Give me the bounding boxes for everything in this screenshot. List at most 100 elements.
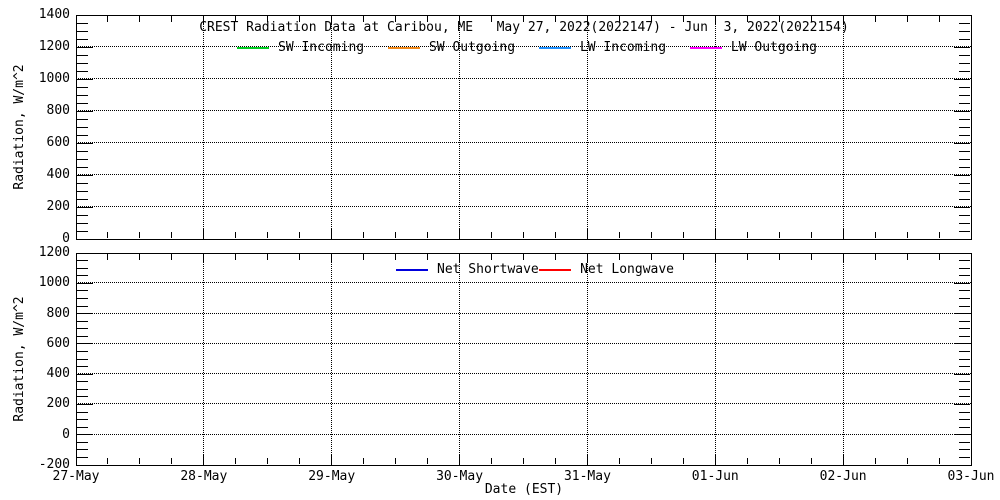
y-minor-tick (77, 86, 88, 88)
x-minor-tick (874, 254, 876, 260)
y-minor-tick (959, 198, 970, 200)
x-axis-title: Date (EST) (484, 482, 564, 497)
y-minor-tick (77, 411, 88, 413)
x-tick-label: 01-Jun (691, 469, 739, 484)
top-y-axis-title: Radiation, W/m^2 (12, 64, 27, 190)
x-minor-tick (746, 232, 748, 238)
legend-item: SW Incoming (237, 41, 364, 55)
x-minor-tick (906, 232, 908, 238)
y-minor-tick (77, 441, 88, 443)
y-major-tick (954, 78, 970, 80)
x-minor-tick (938, 458, 940, 464)
bottom-legend: Net Shortwave Net Longwave (396, 263, 674, 277)
x-minor-tick (778, 254, 780, 260)
y-minor-tick (959, 328, 970, 330)
y-tick-label: 200 (46, 199, 70, 214)
legend-label: SW Incoming (278, 40, 365, 55)
x-major-tick (331, 455, 333, 464)
x-minor-tick (746, 254, 748, 260)
x-minor-tick (906, 458, 908, 464)
legend-item: LW Incoming (538, 41, 666, 55)
h-gridline (76, 206, 971, 207)
x-minor-tick (139, 254, 141, 260)
x-major-tick (459, 229, 461, 238)
h-gridline (76, 282, 971, 284)
y-major-tick (954, 142, 970, 144)
v-gridline (459, 253, 461, 465)
x-tick-label: 28-May (180, 469, 228, 484)
y-major-tick (954, 373, 970, 375)
x-minor-tick (554, 254, 556, 260)
x-major-tick (203, 455, 205, 464)
y-minor-tick (77, 230, 88, 232)
y-minor-tick (959, 222, 970, 224)
y-minor-tick (959, 54, 970, 56)
legend-line-swatch (538, 47, 571, 49)
y-minor-tick (959, 70, 970, 72)
y-minor-tick (959, 158, 970, 160)
y-minor-tick (959, 297, 970, 299)
y-minor-tick (77, 158, 88, 160)
y-tick-label: 400 (46, 366, 70, 382)
x-major-tick (203, 229, 205, 238)
y-minor-tick (959, 350, 970, 352)
y-tick-label: 600 (46, 335, 70, 351)
y-minor-tick (77, 388, 88, 390)
v-gridline (842, 15, 844, 239)
legend-line-swatch (237, 47, 269, 49)
x-major-tick (331, 254, 333, 263)
y-tick-label: 1000 (38, 275, 70, 291)
y-minor-tick (77, 94, 88, 96)
x-minor-tick (523, 254, 524, 260)
y-minor-tick (959, 94, 970, 96)
x-minor-tick (267, 254, 269, 260)
x-tick-label: 02-Jun (819, 469, 867, 484)
y-tick-label: 800 (46, 103, 70, 118)
y-minor-tick (77, 182, 88, 184)
x-minor-tick (554, 458, 556, 464)
y-minor-tick (77, 328, 88, 330)
x-minor-tick (235, 458, 237, 464)
y-minor-tick (77, 166, 88, 168)
y-minor-tick (77, 150, 88, 152)
x-major-tick (842, 455, 844, 464)
legend-line-swatch (539, 269, 572, 271)
legend-label: SW Outgoing (428, 40, 516, 55)
y-minor-tick (959, 267, 970, 269)
x-major-tick (842, 229, 844, 238)
x-minor-tick (427, 232, 429, 238)
x-major-tick (586, 455, 588, 464)
v-gridline (586, 253, 588, 465)
x-major-tick (714, 455, 716, 464)
x-minor-tick (171, 458, 173, 464)
y-tick-label: 1200 (38, 245, 70, 260)
v-gridline (203, 253, 205, 465)
y-minor-tick (959, 388, 970, 390)
h-gridline (76, 433, 971, 435)
y-minor-tick (959, 190, 970, 192)
y-minor-tick (77, 267, 88, 269)
y-minor-tick (77, 335, 88, 337)
y-minor-tick (77, 305, 88, 307)
y-minor-tick (77, 358, 88, 360)
legend-item: LW Outgoing (689, 41, 817, 55)
x-minor-tick (395, 458, 397, 464)
y-major-tick (77, 373, 93, 375)
x-tick-label: 31-May (563, 469, 611, 484)
y-minor-tick (77, 134, 88, 136)
y-minor-tick (77, 102, 88, 104)
y-minor-tick (959, 320, 970, 322)
y-tick-label: 1200 (38, 39, 70, 54)
y-minor-tick (959, 126, 970, 128)
top-legend: SW Incoming SW Outgoing LW Incoming LW Outg… (237, 41, 817, 55)
y-minor-tick (77, 198, 88, 200)
x-tick-label: 30-May (436, 469, 484, 484)
y-minor-tick (77, 38, 88, 40)
x-minor-tick (523, 232, 524, 238)
h-gridline (76, 142, 971, 143)
y-major-tick (954, 403, 970, 405)
x-minor-tick (363, 254, 365, 260)
legend-line-swatch (396, 269, 428, 271)
y-major-tick (77, 174, 93, 176)
y-minor-tick (959, 102, 970, 104)
